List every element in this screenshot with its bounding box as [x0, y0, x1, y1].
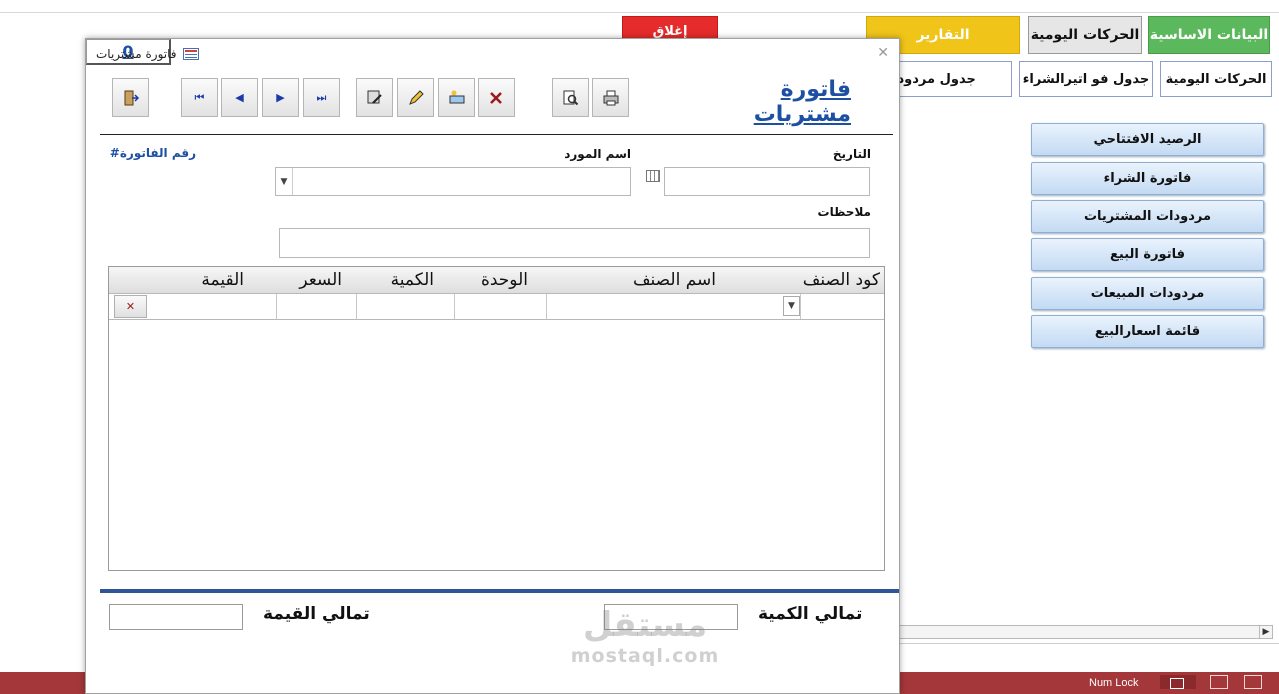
column-header-unit: الوحدة [480, 270, 528, 290]
column-header-value: القيمة [201, 270, 244, 290]
purchase-invoice-button[interactable]: فاتورة الشراء [1031, 162, 1264, 195]
purchase-invoice-window: فاتورة مشتريات ✕ ⏮ ◀ ▶ ⏭ فاتورة مشتريات … [85, 38, 900, 694]
price-cell[interactable] [277, 294, 357, 319]
header-divider [100, 134, 893, 135]
grid-header: كود الصنف اسم الصنف الوحدة الكمية السعر … [109, 267, 884, 294]
unit-cell[interactable] [455, 294, 547, 319]
layout-view-icon[interactable] [1244, 675, 1262, 689]
new-record-icon[interactable] [438, 78, 475, 117]
horizontal-scrollbar[interactable]: ▶ [899, 625, 1273, 639]
close-icon[interactable]: ✕ [877, 45, 889, 61]
column-header-price: السعر [299, 270, 342, 290]
delete-row-icon[interactable]: ✕ [114, 295, 147, 318]
notes-label: ملاحظات [817, 205, 871, 219]
previous-record-icon[interactable]: ◀ [221, 78, 258, 117]
value-cell[interactable] [151, 294, 277, 319]
sales-invoice-button[interactable]: فاتورة البيع [1031, 238, 1264, 271]
item-code-cell[interactable] [801, 294, 884, 319]
purchase-returns-button[interactable]: مردودات المشتريات [1031, 200, 1264, 233]
pencil-edit-icon[interactable] [397, 78, 434, 117]
num-lock-indicator: Num Lock [1089, 677, 1139, 689]
form-view-icon[interactable] [1160, 675, 1196, 689]
totals-divider [100, 589, 899, 593]
subtab-daily-transactions[interactable]: الحركات اليومية [1160, 61, 1272, 97]
first-record-icon[interactable]: ⏮ [181, 78, 218, 117]
datasheet-view-icon[interactable] [1210, 675, 1228, 689]
total-value-field[interactable] [109, 604, 243, 630]
opening-balance-button[interactable]: الرصيد الافتتاحي [1031, 123, 1264, 156]
supplier-combo[interactable]: ▼ [275, 167, 631, 196]
top-divider [0, 12, 1279, 13]
watermark: مستقل mostaql.com [560, 605, 730, 667]
window-title-bar: فاتورة مشتريات [96, 47, 199, 61]
sales-price-list-button[interactable]: قائمة اسعارالبيع [1031, 315, 1264, 348]
chevron-down-icon[interactable]: ▼ [276, 168, 293, 195]
invoice-number-label: رقم الفاتورة# [109, 146, 196, 160]
notes-input[interactable] [279, 228, 870, 258]
column-header-quantity: الكمية [390, 270, 434, 290]
invoice-lines-grid: كود الصنف اسم الصنف الوحدة الكمية السعر … [108, 266, 885, 571]
subtab-purchase-invoices[interactable]: جدول فو اتيرالشراء [1019, 61, 1153, 97]
total-quantity-label: تمالي الكمية [758, 604, 863, 624]
tab-basic-data[interactable]: البيانات الاساسية [1148, 16, 1270, 54]
watermark-url: mostaql.com [570, 645, 720, 667]
form-heading: فاتورة مشتريات [753, 77, 851, 127]
delete-record-icon[interactable] [478, 78, 515, 117]
window-title: فاتورة مشتريات [96, 47, 177, 61]
supplier-label: اسم المورد [564, 147, 631, 161]
tab-daily-transactions[interactable]: الحركات اليومية [1028, 16, 1142, 54]
sales-returns-button[interactable]: مردودات المبيعات [1031, 277, 1264, 310]
date-input[interactable] [664, 167, 870, 196]
next-record-icon[interactable]: ▶ [262, 78, 299, 117]
scroll-right-icon[interactable]: ▶ [1259, 626, 1272, 638]
watermark-arabic: مستقل [582, 605, 708, 645]
calendar-icon[interactable] [646, 170, 660, 182]
last-record-icon[interactable]: ⏭ [303, 78, 340, 117]
date-label: التاريخ [832, 147, 871, 161]
quantity-cell[interactable] [357, 294, 455, 319]
form-icon [182, 48, 199, 60]
exit-icon[interactable] [112, 78, 149, 117]
table-row: ✕ ▼ [109, 294, 884, 320]
save-edit-icon[interactable] [356, 78, 393, 117]
column-header-item-name: اسم الصنف [632, 270, 716, 290]
item-name-cell[interactable]: ▼ [547, 294, 801, 319]
column-header-item-code: كود الصنف [802, 270, 880, 290]
divider [899, 643, 1279, 644]
print-preview-icon[interactable] [552, 78, 589, 117]
print-icon[interactable] [592, 78, 629, 117]
chevron-down-icon[interactable]: ▼ [783, 296, 800, 316]
total-value-label: تمالي القيمة [263, 604, 370, 624]
